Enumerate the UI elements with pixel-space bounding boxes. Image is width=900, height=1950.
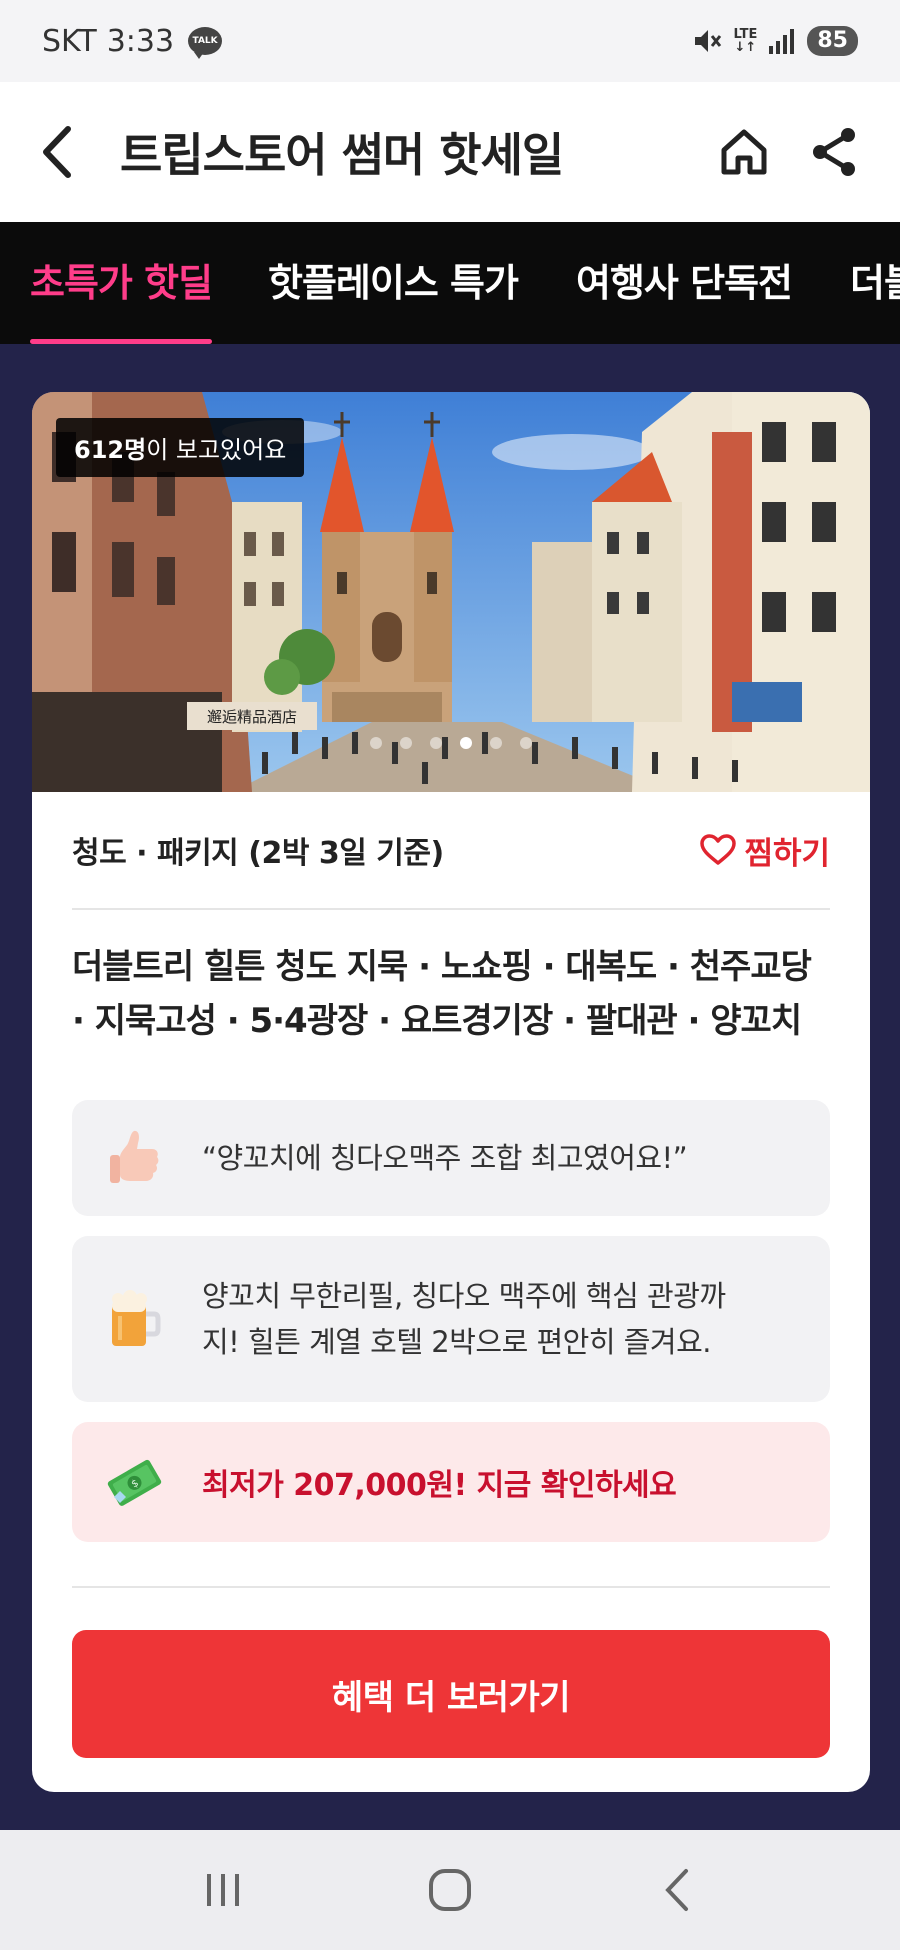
share-icon	[813, 128, 855, 176]
data-arrows-icon: ↓↑	[734, 40, 757, 55]
wishlist-button[interactable]: 찜하기	[700, 828, 830, 873]
signal-strength-icon	[769, 29, 795, 54]
home-icon	[721, 129, 767, 175]
clock: 3:33	[106, 23, 175, 59]
lte-icon: LTE ↓↑	[733, 28, 757, 54]
kakaotalk-notification-icon: TALK	[188, 27, 223, 59]
carrier-label: SKT	[42, 23, 97, 59]
wishlist-label: 찜하기	[744, 835, 830, 872]
deal-description-line: 양꼬치 무한리필, 칭다오 맥주에 핵심 관광까	[202, 1279, 726, 1313]
system-navigation-bar	[0, 1830, 900, 1950]
carousel-dot[interactable]	[520, 737, 532, 749]
back-nav-button[interactable]	[647, 1860, 707, 1920]
tab-hot-place[interactable]: 핫플레이스 특가	[268, 222, 519, 344]
beer-mug-icon	[112, 1290, 161, 1346]
battery-indicator: 85	[807, 26, 858, 56]
back-button[interactable]	[40, 122, 90, 182]
status-bar: SKT 3:33 TALK LTE ↓↑ 85	[0, 0, 900, 82]
see-more-benefits-button[interactable]: 혜택 더 보러가기	[72, 1630, 830, 1758]
price-highlight-box: $ 최저가 207,000원! 지금 확인하세요	[72, 1422, 830, 1542]
thumbs-up-icon	[110, 1130, 159, 1183]
home-nav-button[interactable]	[420, 1860, 480, 1920]
recent-apps-icon	[207, 1874, 240, 1906]
tab-double[interactable]: 더블	[850, 222, 900, 344]
carousel-dot[interactable]	[430, 737, 442, 749]
recent-apps-button[interactable]	[193, 1860, 253, 1920]
status-left: SKT 3:33 TALK	[42, 23, 223, 59]
tour-course-line: 더블트리 힐튼 청도 지묵 · 노쇼핑 · 대복도 · 천주교당	[72, 947, 812, 987]
card-body: 청도 · 패키지 (2박 3일 기준) 찜하기 더블트리 힐튼 청도 지묵 · …	[32, 792, 870, 1758]
home-button[interactable]	[718, 126, 770, 178]
review-quote: “양꼬치에 칭다오맥주 조합 최고였어요!”	[202, 1141, 688, 1175]
tab-hot-deal[interactable]: 초특가 핫딜	[30, 222, 213, 344]
deal-description: 양꼬치 무한리필, 칭다오 맥주에 핵심 관광까 지! 힐튼 계열 호텔 2박으…	[202, 1273, 726, 1365]
category-tab-bar: 초특가 핫딜 핫플레이스 특가 여행사 단독전 더블	[0, 222, 900, 344]
header-actions	[718, 126, 860, 178]
viewer-count-suffix: 이 보고있어요	[146, 436, 287, 464]
viewer-count: 612명	[74, 436, 147, 464]
divider	[72, 1586, 830, 1588]
package-info: 청도 · 패키지 (2박 3일 기준)	[72, 836, 444, 871]
package-meta-row: 청도 · 패키지 (2박 3일 기준) 찜하기	[72, 792, 830, 910]
tour-course-line: · 지묵고성 · 5·4광장 · 요트경기장 · 팔대관 · 양꼬치	[72, 1001, 802, 1041]
description-box: 양꼬치 무한리필, 칭다오 맥주에 핵심 관광까 지! 힐튼 계열 호텔 2박으…	[72, 1236, 830, 1402]
carousel-dot[interactable]	[370, 737, 382, 749]
carousel-dot-active[interactable]	[460, 737, 472, 749]
mute-icon	[695, 30, 722, 52]
chevron-left-icon	[43, 126, 71, 178]
share-button[interactable]	[808, 126, 860, 178]
hotel-sign: 邂逅精品酒店	[207, 708, 297, 726]
home-circle-icon	[428, 1869, 471, 1911]
deal-description-line: 지! 힐튼 계열 호텔 2박으로 편안히 즐겨요.	[202, 1325, 711, 1359]
app-header: 트립스토어 썸머 핫세일	[0, 82, 900, 222]
carousel-indicator	[32, 737, 870, 749]
page-title: 트립스토어 썸머 핫세일	[120, 128, 564, 182]
carousel-dot[interactable]	[490, 737, 502, 749]
review-quote-box: “양꼬치에 칭다오맥주 조합 최고였어요!”	[72, 1100, 830, 1216]
hero-image-carousel[interactable]: 邂逅精品酒店 612명이 보고있어요	[32, 392, 870, 792]
back-chevron-icon	[664, 1869, 688, 1911]
carousel-dot[interactable]	[400, 737, 412, 749]
tab-agency-exclusive[interactable]: 여행사 단독전	[576, 222, 793, 344]
heart-icon	[700, 834, 737, 865]
lowest-price-text: 최저가 207,000원! 지금 확인하세요	[202, 1468, 677, 1503]
deal-card[interactable]: 邂逅精品酒店 612명이 보고있어요 청도 · 패키지 (2박 3일 기준) 찜…	[32, 392, 870, 1792]
money-icon: $	[107, 1459, 162, 1506]
status-right: LTE ↓↑ 85	[691, 26, 858, 56]
viewer-count-badge: 612명이 보고있어요	[56, 418, 305, 477]
tour-course: 더블트리 힐튼 청도 지묵 · 노쇼핑 · 대복도 · 천주교당 · 지묵고성 …	[72, 910, 830, 1100]
